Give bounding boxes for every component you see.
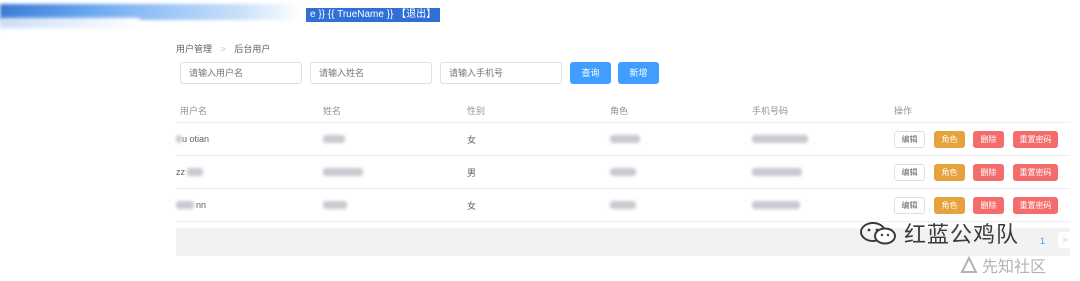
cell-name [323,156,363,188]
breadcrumb-current: 后台用户 [234,44,271,54]
search-button[interactable]: 查询 [570,62,611,84]
delete-button[interactable]: 删除 [973,131,1004,148]
watermark-secondary: 先知社区 [960,253,1046,277]
redacted-text [323,201,347,209]
redacted-text [752,201,800,209]
cell-phone [752,156,802,188]
cell-phone [752,189,800,221]
breadcrumb-separator-icon: > [220,44,226,54]
role-button[interactable]: 角色 [934,131,965,148]
cell-gender: 男 [467,167,477,178]
table-row: zz 男 编辑 角色 删除 重置密码 [176,156,1070,189]
pagination-current-page[interactable]: 1 [1040,236,1045,246]
username-search-input[interactable] [180,62,302,84]
redacted-text [176,135,182,143]
column-header-phone: 手机号码 [752,105,789,116]
edit-button[interactable]: 编辑 [894,197,925,214]
reset-password-button[interactable]: 重置密码 [1013,164,1058,181]
redacted-header-shadow [0,18,140,28]
name-search-input[interactable] [310,62,432,84]
chevron-right-icon[interactable]: > [1058,232,1072,248]
column-header-name: 姓名 [323,105,342,116]
add-user-button[interactable]: 新增 [618,62,659,84]
column-header-actions: 操作 [894,105,913,116]
cell-name [323,189,347,221]
reset-password-button[interactable]: 重置密码 [1013,131,1058,148]
cell-role [610,156,636,188]
column-header-gender: 性别 [467,105,486,116]
redacted-text [752,135,808,143]
watermark-primary: 红蓝公鸡队 [858,217,1019,249]
cell-username: nn [176,189,206,221]
redacted-text [176,201,194,209]
cell-role [610,189,636,221]
role-button[interactable]: 角色 [934,164,965,181]
redacted-text [323,135,345,143]
watermark-secondary-text: 先知社区 [982,257,1047,276]
username-text: u otian [182,134,210,144]
breadcrumb-parent[interactable]: 用户管理 [176,44,212,54]
column-header-role: 角色 [610,105,629,116]
redacted-text [610,168,636,176]
redacted-text [610,201,636,209]
watermark-primary-text: 红蓝公鸡队 [904,223,1020,248]
cell-gender: 女 [467,134,477,145]
username-text: zz [176,167,185,177]
cell-name [323,123,345,155]
edit-button[interactable]: 编辑 [894,131,925,148]
cell-username: zz [176,156,203,188]
delete-button[interactable]: 删除 [973,197,1004,214]
cell-username: u otian [176,123,209,155]
edit-button[interactable]: 编辑 [894,164,925,181]
xianzhi-logo-icon [960,256,978,273]
user-logout-link[interactable]: e }} {{ TrueName }} 【退出】 [306,8,441,22]
top-bar: e }} {{ TrueName }} 【退出】 [0,0,441,28]
username-text: nn [196,200,207,210]
redacted-text [323,168,363,176]
redacted-text [610,135,640,143]
redacted-text [752,168,802,176]
breadcrumb: 用户管理 > 后台用户 [176,42,270,55]
redacted-text [187,168,203,176]
role-button[interactable]: 角色 [934,197,965,214]
user-table: 用户名 姓名 性别 角色 手机号码 操作 u otian 女 编辑 角色 删除 … [176,98,1070,222]
phone-search-input[interactable] [440,62,562,84]
reset-password-button[interactable]: 重置密码 [1013,197,1058,214]
column-header-username: 用户名 [180,105,208,116]
table-header: 用户名 姓名 性别 角色 手机号码 操作 [176,98,1070,123]
cell-gender: 女 [467,200,477,211]
wechat-icon [860,222,896,245]
table-row: u otian 女 编辑 角色 删除 重置密码 [176,123,1070,156]
cell-role [610,123,640,155]
cell-phone [752,123,808,155]
delete-button[interactable]: 删除 [973,164,1004,181]
